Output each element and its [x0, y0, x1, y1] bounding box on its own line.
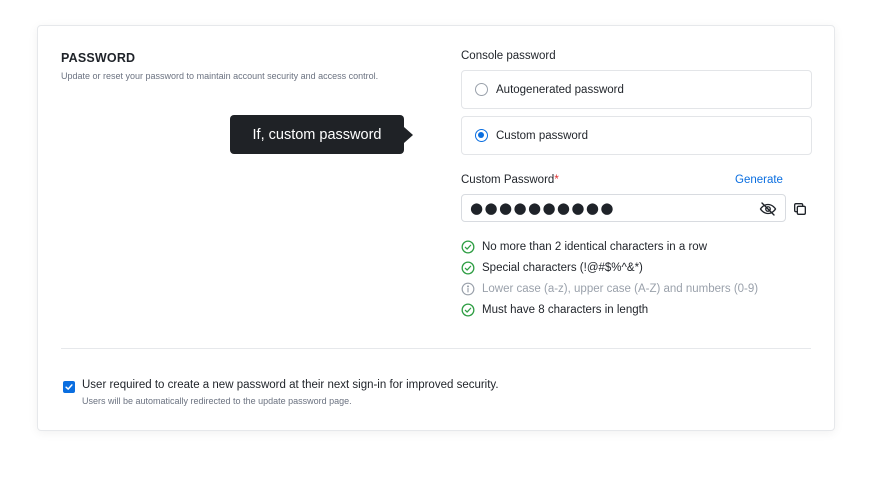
section-description: Update or reset your password to maintai…: [61, 71, 379, 81]
eye-off-icon[interactable]: [759, 200, 777, 218]
info-circle-icon: [461, 282, 475, 296]
password-masked-value: ●●●●●●●●●●: [470, 199, 615, 217]
check-circle-icon: [461, 240, 475, 254]
rule-identical-chars: No more than 2 identical characters in a…: [461, 240, 707, 254]
copy-icon[interactable]: [792, 201, 808, 217]
force-reset-label: User required to create a new password a…: [82, 379, 499, 391]
required-mark: *: [554, 174, 559, 186]
radio-button-selected[interactable]: [475, 129, 488, 142]
divider: [61, 348, 811, 349]
tooltip: If, custom password: [230, 115, 413, 154]
rule-text: Special characters (!@#$%^&*): [482, 262, 643, 274]
check-circle-icon: [461, 303, 475, 317]
rule-special-chars: Special characters (!@#$%^&*): [461, 261, 643, 275]
rule-text: No more than 2 identical characters in a…: [482, 241, 707, 253]
radio-option-custom[interactable]: Custom password: [461, 116, 812, 155]
custom-password-label: Custom Password*: [461, 174, 559, 186]
check-circle-icon: [461, 261, 475, 275]
custom-password-input[interactable]: ●●●●●●●●●●: [461, 194, 786, 222]
force-reset-sublabel: Users will be automatically redirected t…: [82, 396, 352, 406]
rule-min-length: Must have 8 characters in length: [461, 303, 648, 317]
radio-label: Custom password: [496, 129, 589, 142]
force-reset-checkbox[interactable]: [63, 381, 75, 393]
console-password-label: Console password: [461, 50, 556, 62]
rule-text: Lower case (a-z), upper case (A-Z) and n…: [482, 283, 759, 295]
password-card: PASSWORD Update or reset your password t…: [37, 25, 835, 431]
checkmark-icon: [65, 384, 73, 390]
radio-option-autogenerated[interactable]: Autogenerated password: [461, 70, 812, 109]
rule-text: Must have 8 characters in length: [482, 304, 649, 316]
custom-password-label-text: Custom Password: [461, 174, 555, 186]
section-title: PASSWORD: [61, 51, 136, 65]
radio-label: Autogenerated password: [496, 83, 624, 96]
generate-link[interactable]: Generate: [735, 174, 783, 186]
radio-button[interactable]: [475, 83, 488, 96]
rule-case-numbers: Lower case (a-z), upper case (A-Z) and n…: [461, 282, 758, 296]
